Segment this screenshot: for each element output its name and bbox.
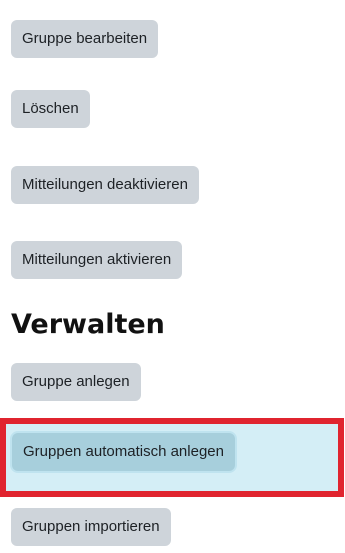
manage-heading: Verwalten xyxy=(11,309,165,340)
disable-messaging-button[interactable]: Mitteilungen deaktivieren xyxy=(11,166,199,204)
delete-button[interactable]: Löschen xyxy=(11,90,90,128)
auto-create-groups-button[interactable]: Gruppen automatisch anlegen xyxy=(12,433,235,471)
create-group-button[interactable]: Gruppe anlegen xyxy=(11,363,141,401)
edit-group-button[interactable]: Gruppe bearbeiten xyxy=(11,20,159,58)
enable-messaging-button[interactable]: Mitteilungen aktivieren xyxy=(11,241,183,279)
import-groups-button[interactable]: Gruppen importieren xyxy=(11,508,171,546)
